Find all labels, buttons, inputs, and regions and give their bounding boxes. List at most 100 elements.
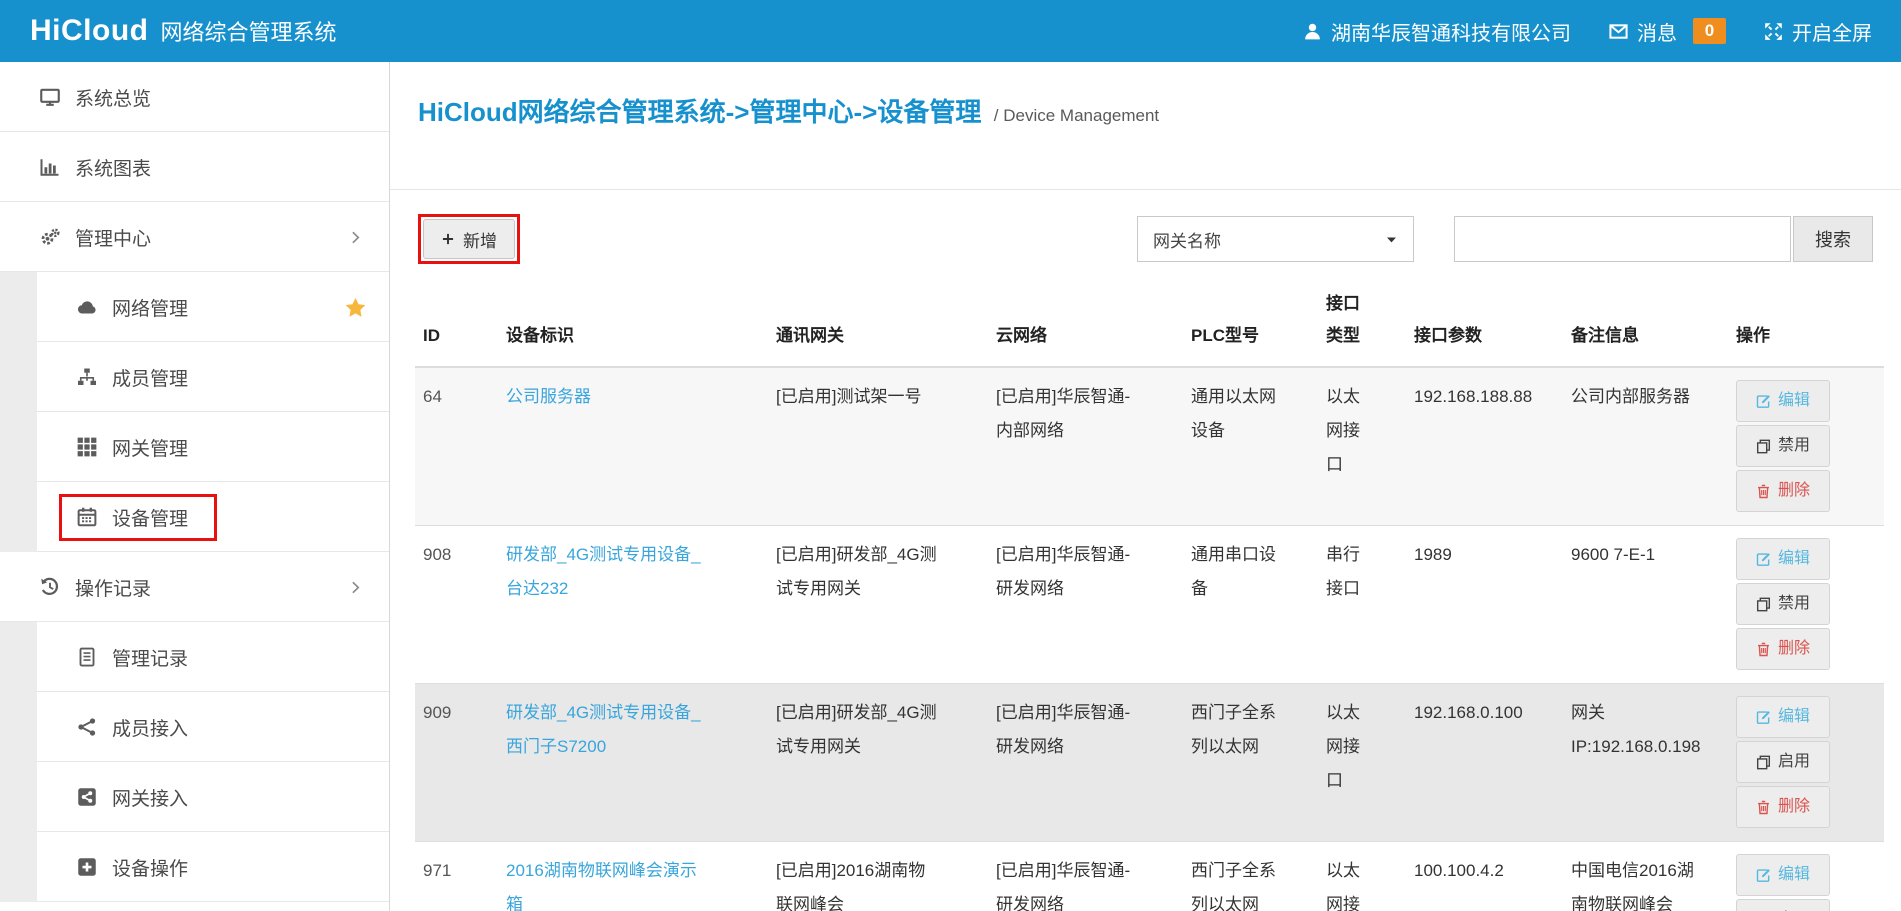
enable-button[interactable]: 启用 (1736, 899, 1830, 911)
search-button[interactable]: 搜索 (1793, 216, 1873, 262)
sidebar-item-management-records[interactable]: 管理记录 (0, 622, 389, 692)
sidebar-item-label: 设备操作 (112, 854, 188, 881)
messages-count-badge: 0 (1693, 18, 1726, 44)
select-value: 网关名称 (1153, 227, 1221, 252)
sidebar-item-member-management[interactable]: 成员管理 (0, 342, 389, 412)
sidebar-item-management-center[interactable]: 管理中心 (0, 202, 389, 272)
cell-params: 192.168.188.88 (1406, 367, 1563, 526)
button-label: 编辑 (1778, 393, 1810, 409)
cell-text: 网关IP:192.168.0.198 (1571, 696, 1701, 764)
gears-icon (36, 227, 64, 247)
fullscreen-button[interactable]: 开启全屏 (1764, 17, 1872, 46)
cell-text: [已启用]华辰智通-研发网络 (996, 854, 1141, 911)
sidebar-item-device-operation[interactable]: 设备操作 (0, 832, 389, 902)
device-link[interactable]: 研发部_4G测试专用设备_西门子S7200 (506, 696, 706, 764)
cell-remark: 公司内部服务器 (1563, 367, 1728, 526)
cell-id: 909 (415, 684, 498, 842)
cell-remark: 中国电信2016湖南物联网峰会 (1563, 842, 1728, 911)
disable-button[interactable]: 禁用 (1736, 583, 1830, 625)
sidebar-item-label: 系统总览 (75, 84, 151, 111)
delete-button[interactable]: 删除 (1736, 628, 1830, 670)
user-icon (1303, 22, 1322, 41)
table-header: ID设备标识通讯网关云网络PLC型号接口类型接口参数备注信息操作 (415, 263, 1884, 367)
messages-menu[interactable]: 消息 0 (1609, 17, 1726, 46)
add-device-button[interactable]: 新增 (423, 219, 515, 259)
page-subtitle: / Device Management (994, 106, 1159, 125)
sidebar-item-label: 网络管理 (112, 294, 188, 321)
button-label: 禁用 (1778, 438, 1810, 454)
star-icon (345, 297, 366, 318)
cloud-icon (73, 297, 101, 317)
cell-plc: 通用以太网设备 (1183, 367, 1318, 526)
title-bar: HiCloud网络综合管理系统->管理中心->设备管理 / Device Man… (390, 62, 1901, 190)
column-header: 备注信息 (1563, 263, 1728, 367)
sidebar-item-label: 操作记录 (75, 574, 151, 601)
caret-down-icon (1385, 233, 1398, 246)
sidebar-item-gateway-access[interactable]: 网关接入 (0, 762, 389, 832)
cell-id: 908 (415, 526, 498, 684)
sidebar-item-label: 管理中心 (75, 224, 151, 251)
cell-text: 中国电信2016湖南物联网峰会 (1571, 854, 1701, 911)
sidebar-item-system-charts[interactable]: 系统图表 (0, 132, 389, 202)
sidebar-item-label: 网关管理 (112, 434, 188, 461)
button-label: 删除 (1778, 641, 1810, 657)
edit-icon (1756, 868, 1771, 883)
cell-gateway: [已启用]研发部_4G测试专用网关 (768, 684, 988, 842)
trash-icon (1756, 642, 1771, 657)
sidebar-item-gateway-management[interactable]: 网关管理 (0, 412, 389, 482)
gateway-name-select[interactable]: 网关名称 (1137, 216, 1414, 262)
delete-button[interactable]: 删除 (1736, 470, 1830, 512)
calendar-icon (73, 507, 101, 527)
envelope-icon (1609, 22, 1628, 41)
cell-params: 1989 (1406, 526, 1563, 684)
cell-iface: 以太网接口 (1318, 842, 1406, 911)
page-title: HiCloud网络综合管理系统->管理中心->设备管理 (418, 97, 981, 127)
toolbar: 新增 网关名称 搜索 (418, 215, 1873, 263)
edit-button[interactable]: 编辑 (1736, 854, 1830, 896)
column-header: ID (415, 263, 498, 367)
cell-plc: 西门子全系列以太网 (1183, 842, 1318, 911)
device-link[interactable]: 公司服务器 (506, 380, 591, 414)
add-button-label: 新增 (463, 227, 497, 252)
search-input[interactable] (1454, 216, 1791, 262)
cell-actions: 编辑禁用删除 (1728, 367, 1884, 526)
search-group: 搜索 (1454, 216, 1873, 262)
sidebar-item-network-management[interactable]: 网络管理 (0, 272, 389, 342)
sidebar-item-system-overview[interactable]: 系统总览 (0, 62, 389, 132)
edit-button[interactable]: 编辑 (1736, 380, 1830, 422)
column-header: 通讯网关 (768, 263, 988, 367)
device-link[interactable]: 研发部_4G测试专用设备_台达232 (506, 538, 706, 606)
history-icon (36, 577, 64, 597)
sidebar-item-device-management[interactable]: 设备管理 (0, 482, 389, 552)
enable-button[interactable]: 启用 (1736, 741, 1830, 783)
sidebar-nav: 系统总览系统图表管理中心网络管理成员管理网关管理设备管理操作记录管理记录成员接入… (0, 62, 389, 902)
table-header-row: ID设备标识通讯网关云网络PLC型号接口类型接口参数备注信息操作 (415, 263, 1884, 367)
table-row: 908研发部_4G测试专用设备_台达232[已启用]研发部_4G测试专用网关[已… (415, 526, 1884, 684)
device-link[interactable]: 2016湖南物联网峰会演示箱 (506, 854, 706, 911)
table-row: 9712016湖南物联网峰会演示箱[已启用]2016湖南物联网峰会[已启用]华辰… (415, 842, 1884, 911)
cell-iface: 以太网接口 (1318, 367, 1406, 526)
sidebar-item-label: 管理记录 (112, 644, 188, 671)
column-header: 设备标识 (498, 263, 768, 367)
button-label: 编辑 (1778, 551, 1810, 567)
company-menu[interactable]: 湖南华辰智通科技有限公司 (1303, 17, 1571, 46)
file-text-icon (73, 647, 101, 667)
topbar-right: 湖南华辰智通科技有限公司 消息 0 开启全屏 (1303, 17, 1872, 46)
edit-button[interactable]: 编辑 (1736, 538, 1830, 580)
sidebar-item-operation-records[interactable]: 操作记录 (0, 552, 389, 622)
brand-subtitle: 网络综合管理系统 (160, 15, 336, 47)
cell-id: 64 (415, 367, 498, 526)
cell-network: [已启用]华辰智通-内部网络 (988, 367, 1183, 526)
cell-params: 192.168.0.100 (1406, 684, 1563, 842)
disable-button[interactable]: 禁用 (1736, 425, 1830, 467)
delete-button[interactable]: 删除 (1736, 786, 1830, 828)
company-name: 湖南华辰智通科技有限公司 (1331, 17, 1571, 46)
column-header: 操作 (1728, 263, 1884, 367)
sidebar-item-label: 成员接入 (112, 714, 188, 741)
column-header: PLC型号 (1183, 263, 1318, 367)
sidebar-item-member-access[interactable]: 成员接入 (0, 692, 389, 762)
cell-text: 以太网接口 (1326, 380, 1366, 482)
button-label: 删除 (1778, 799, 1810, 815)
edit-button[interactable]: 编辑 (1736, 696, 1830, 738)
edit-icon (1756, 710, 1771, 725)
